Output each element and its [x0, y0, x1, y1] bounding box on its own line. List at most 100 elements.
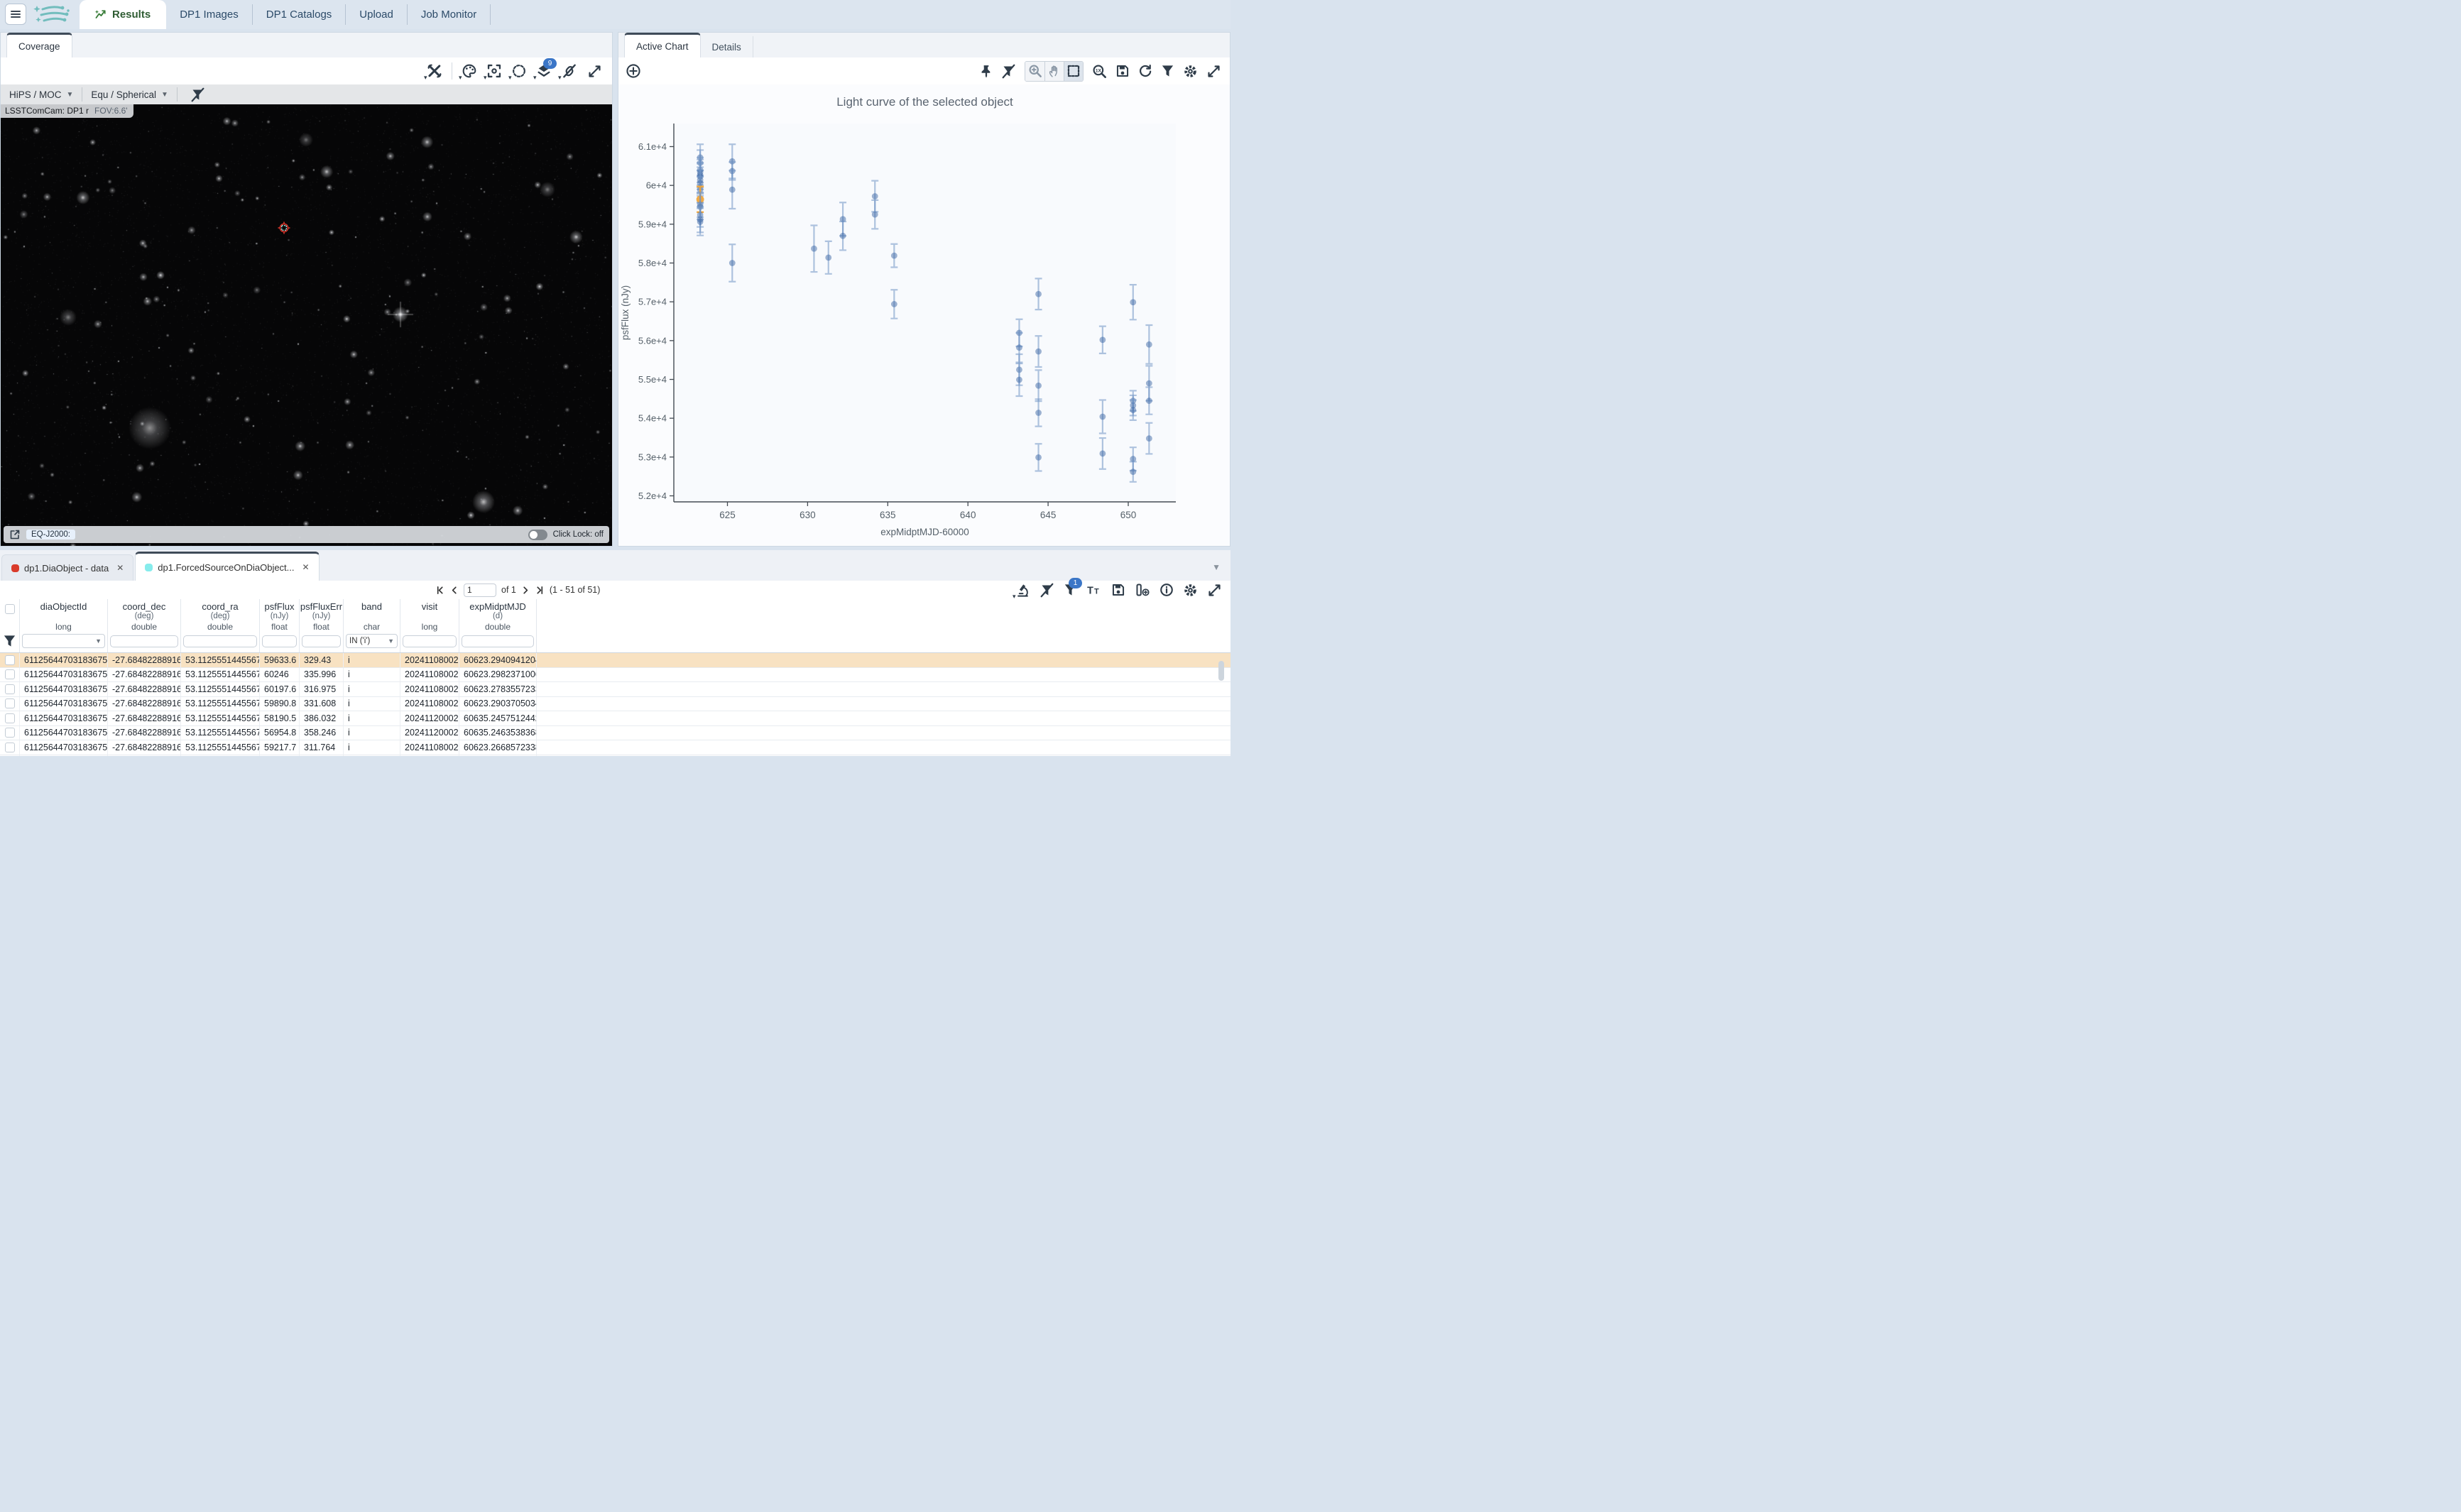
- box-select-button[interactable]: [1064, 62, 1083, 81]
- info-button[interactable]: [1159, 583, 1174, 597]
- coord_ra-filter-input[interactable]: [183, 635, 257, 647]
- chevron-down-icon: ▼: [161, 91, 168, 99]
- click-lock-toggle[interactable]: [528, 530, 547, 540]
- text-tt-button[interactable]: TT: [1086, 584, 1102, 596]
- gear-button[interactable]: [1183, 64, 1198, 79]
- layers-button[interactable]: 9▾: [536, 63, 552, 79]
- nav-tab-results[interactable]: Results: [80, 0, 166, 29]
- expand-button[interactable]: [587, 64, 602, 79]
- selected-object-marker[interactable]: [277, 221, 291, 235]
- tab-active-chart[interactable]: Active Chart: [624, 33, 701, 57]
- row-checkbox[interactable]: [5, 669, 15, 679]
- row-checkbox[interactable]: [5, 655, 15, 665]
- prev-page-button[interactable]: [449, 586, 459, 595]
- zoom-1x-button[interactable]: 1X: [1092, 64, 1107, 79]
- cell-visit: 2024110800269: [400, 682, 459, 696]
- cell-coord_ra: 53.11255514455679: [181, 653, 260, 667]
- light-curve-chart[interactable]: Light curve of the selected object6.1e+4…: [618, 84, 1230, 546]
- coord_dec-filter-input[interactable]: [110, 635, 178, 647]
- last-page-button[interactable]: [535, 586, 545, 595]
- clear-filters-button[interactable]: [190, 87, 205, 102]
- restore-button[interactable]: [1138, 64, 1152, 78]
- table-tab[interactable]: dp1.DiaObject - data ✕: [1, 554, 133, 581]
- visit-filter-input[interactable]: [403, 635, 457, 647]
- column-header-band[interactable]: band char: [344, 599, 400, 632]
- page-number-input[interactable]: [464, 584, 496, 597]
- column-header-psfFluxErr[interactable]: psfFluxErr(nJy)float: [300, 599, 344, 632]
- unlink-button[interactable]: ▾: [561, 63, 578, 79]
- table-tab-label: dp1.DiaObject - data: [24, 563, 109, 574]
- scrollbar-thumb[interactable]: [1218, 661, 1224, 681]
- column-header-expMidptMJD[interactable]: expMidptMJD(d)double: [459, 599, 537, 632]
- sky-image-viewer[interactable]: LSSTComCam: DP1 rFOV:6.6' EQ-J2000: Clic…: [1, 104, 612, 546]
- column-header-visit[interactable]: visit long: [400, 599, 459, 632]
- table-row[interactable]: 611256447031836758-27.6848228891652853.1…: [0, 653, 1230, 668]
- recenter-button[interactable]: ▾: [486, 63, 502, 79]
- next-page-button[interactable]: [521, 586, 530, 595]
- projection-dropdown[interactable]: Equ / Spherical▼: [91, 89, 168, 100]
- nav-tab-job-monitor[interactable]: Job Monitor: [408, 4, 491, 25]
- expand-button[interactable]: [1206, 64, 1221, 79]
- column-header-coord_ra[interactable]: coord_ra(deg)double: [181, 599, 260, 632]
- tab-coverage[interactable]: Coverage: [6, 33, 72, 57]
- nav-tab-dp1-catalogs[interactable]: DP1 Catalogs: [253, 4, 346, 25]
- row-checkbox[interactable]: [5, 684, 15, 694]
- nav-tab-dp1-images[interactable]: DP1 Images: [166, 4, 253, 25]
- save-button[interactable]: [1115, 64, 1130, 78]
- psfFluxErr-filter-input[interactable]: [302, 635, 341, 647]
- row-checkbox[interactable]: [5, 728, 15, 738]
- add-col-button[interactable]: [1135, 583, 1150, 597]
- palette-button[interactable]: ▾: [462, 63, 477, 79]
- column-header-psfFlux[interactable]: psfFlux(nJy)float: [260, 599, 300, 632]
- cell-psfFlux: 59633.6: [260, 653, 300, 667]
- table-row[interactable]: 611256447031836758-27.6848228891652853.1…: [0, 682, 1230, 697]
- nav-tab-upload[interactable]: Upload: [346, 4, 408, 25]
- row-checkbox[interactable]: [5, 743, 15, 752]
- menu-button[interactable]: [5, 4, 26, 25]
- cell-coord_dec: -27.68482288916528: [108, 653, 181, 667]
- psfFlux-filter-input[interactable]: [262, 635, 297, 647]
- table-row[interactable]: 611256447031836758-27.6848228891652853.1…: [0, 711, 1230, 726]
- close-icon[interactable]: ✕: [116, 563, 124, 573]
- column-header-diaObjectId[interactable]: diaObjectId long: [20, 599, 108, 632]
- tools-button[interactable]: ▾: [427, 63, 442, 79]
- cell-visit: 2024110800285: [400, 653, 459, 667]
- save-button[interactable]: [1111, 583, 1125, 597]
- pin-button[interactable]: [980, 64, 993, 79]
- table-row[interactable]: 611256447031836758-27.6848228891652853.1…: [0, 668, 1230, 683]
- add-chart-button[interactable]: [626, 63, 641, 79]
- microscope-button[interactable]: ▾: [1015, 583, 1030, 598]
- expMidptMJD-filter-input[interactable]: [462, 635, 534, 647]
- filter-off-icon: [1039, 583, 1054, 598]
- hand-button[interactable]: [1044, 62, 1064, 81]
- filter-button[interactable]: [1161, 64, 1174, 78]
- column-header-coord_dec[interactable]: coord_dec(deg)double: [108, 599, 181, 632]
- close-icon[interactable]: ✕: [302, 562, 310, 572]
- tab-overflow-chevron-icon[interactable]: ▼: [1212, 562, 1221, 572]
- row-checkbox[interactable]: [5, 713, 15, 723]
- first-page-button[interactable]: [435, 586, 444, 595]
- hips-moc-dropdown[interactable]: HiPS / MOC▼: [9, 89, 73, 100]
- circle-dashed-button[interactable]: ▾: [511, 63, 527, 79]
- filter-button[interactable]: 1: [1064, 583, 1077, 597]
- table-tab[interactable]: dp1.ForcedSourceOnDiaObject...✕: [135, 552, 319, 581]
- table-row[interactable]: 611256447031836758-27.6848228891652853.1…: [0, 755, 1230, 757]
- diaObjectId-filter-select[interactable]: ▼: [22, 634, 105, 648]
- cell-coord_ra: 53.11255514455679: [181, 682, 260, 696]
- band-filter-select[interactable]: IN ('i')▼: [346, 634, 398, 648]
- expand-button[interactable]: [1207, 583, 1222, 598]
- zoom-in-button[interactable]: [1025, 62, 1044, 81]
- table-row[interactable]: 611256447031836758-27.6848228891652853.1…: [0, 726, 1230, 741]
- table-scrollbar[interactable]: [1218, 661, 1224, 753]
- row-checkbox[interactable]: [5, 699, 15, 708]
- select-all-checkbox[interactable]: [5, 604, 15, 614]
- toggle-knob: [530, 531, 538, 539]
- starfield-canvas[interactable]: [1, 104, 612, 546]
- table-row[interactable]: 611256447031836758-27.6848228891652853.1…: [0, 740, 1230, 755]
- table-row[interactable]: 611256447031836758-27.6848228891652853.1…: [0, 697, 1230, 712]
- gear-button[interactable]: [1183, 583, 1198, 598]
- expand-readout-button[interactable]: [9, 529, 21, 540]
- tab-details[interactable]: Details: [701, 36, 753, 57]
- filter-off-button[interactable]: [1039, 583, 1054, 598]
- filter-off-button[interactable]: [1001, 64, 1016, 79]
